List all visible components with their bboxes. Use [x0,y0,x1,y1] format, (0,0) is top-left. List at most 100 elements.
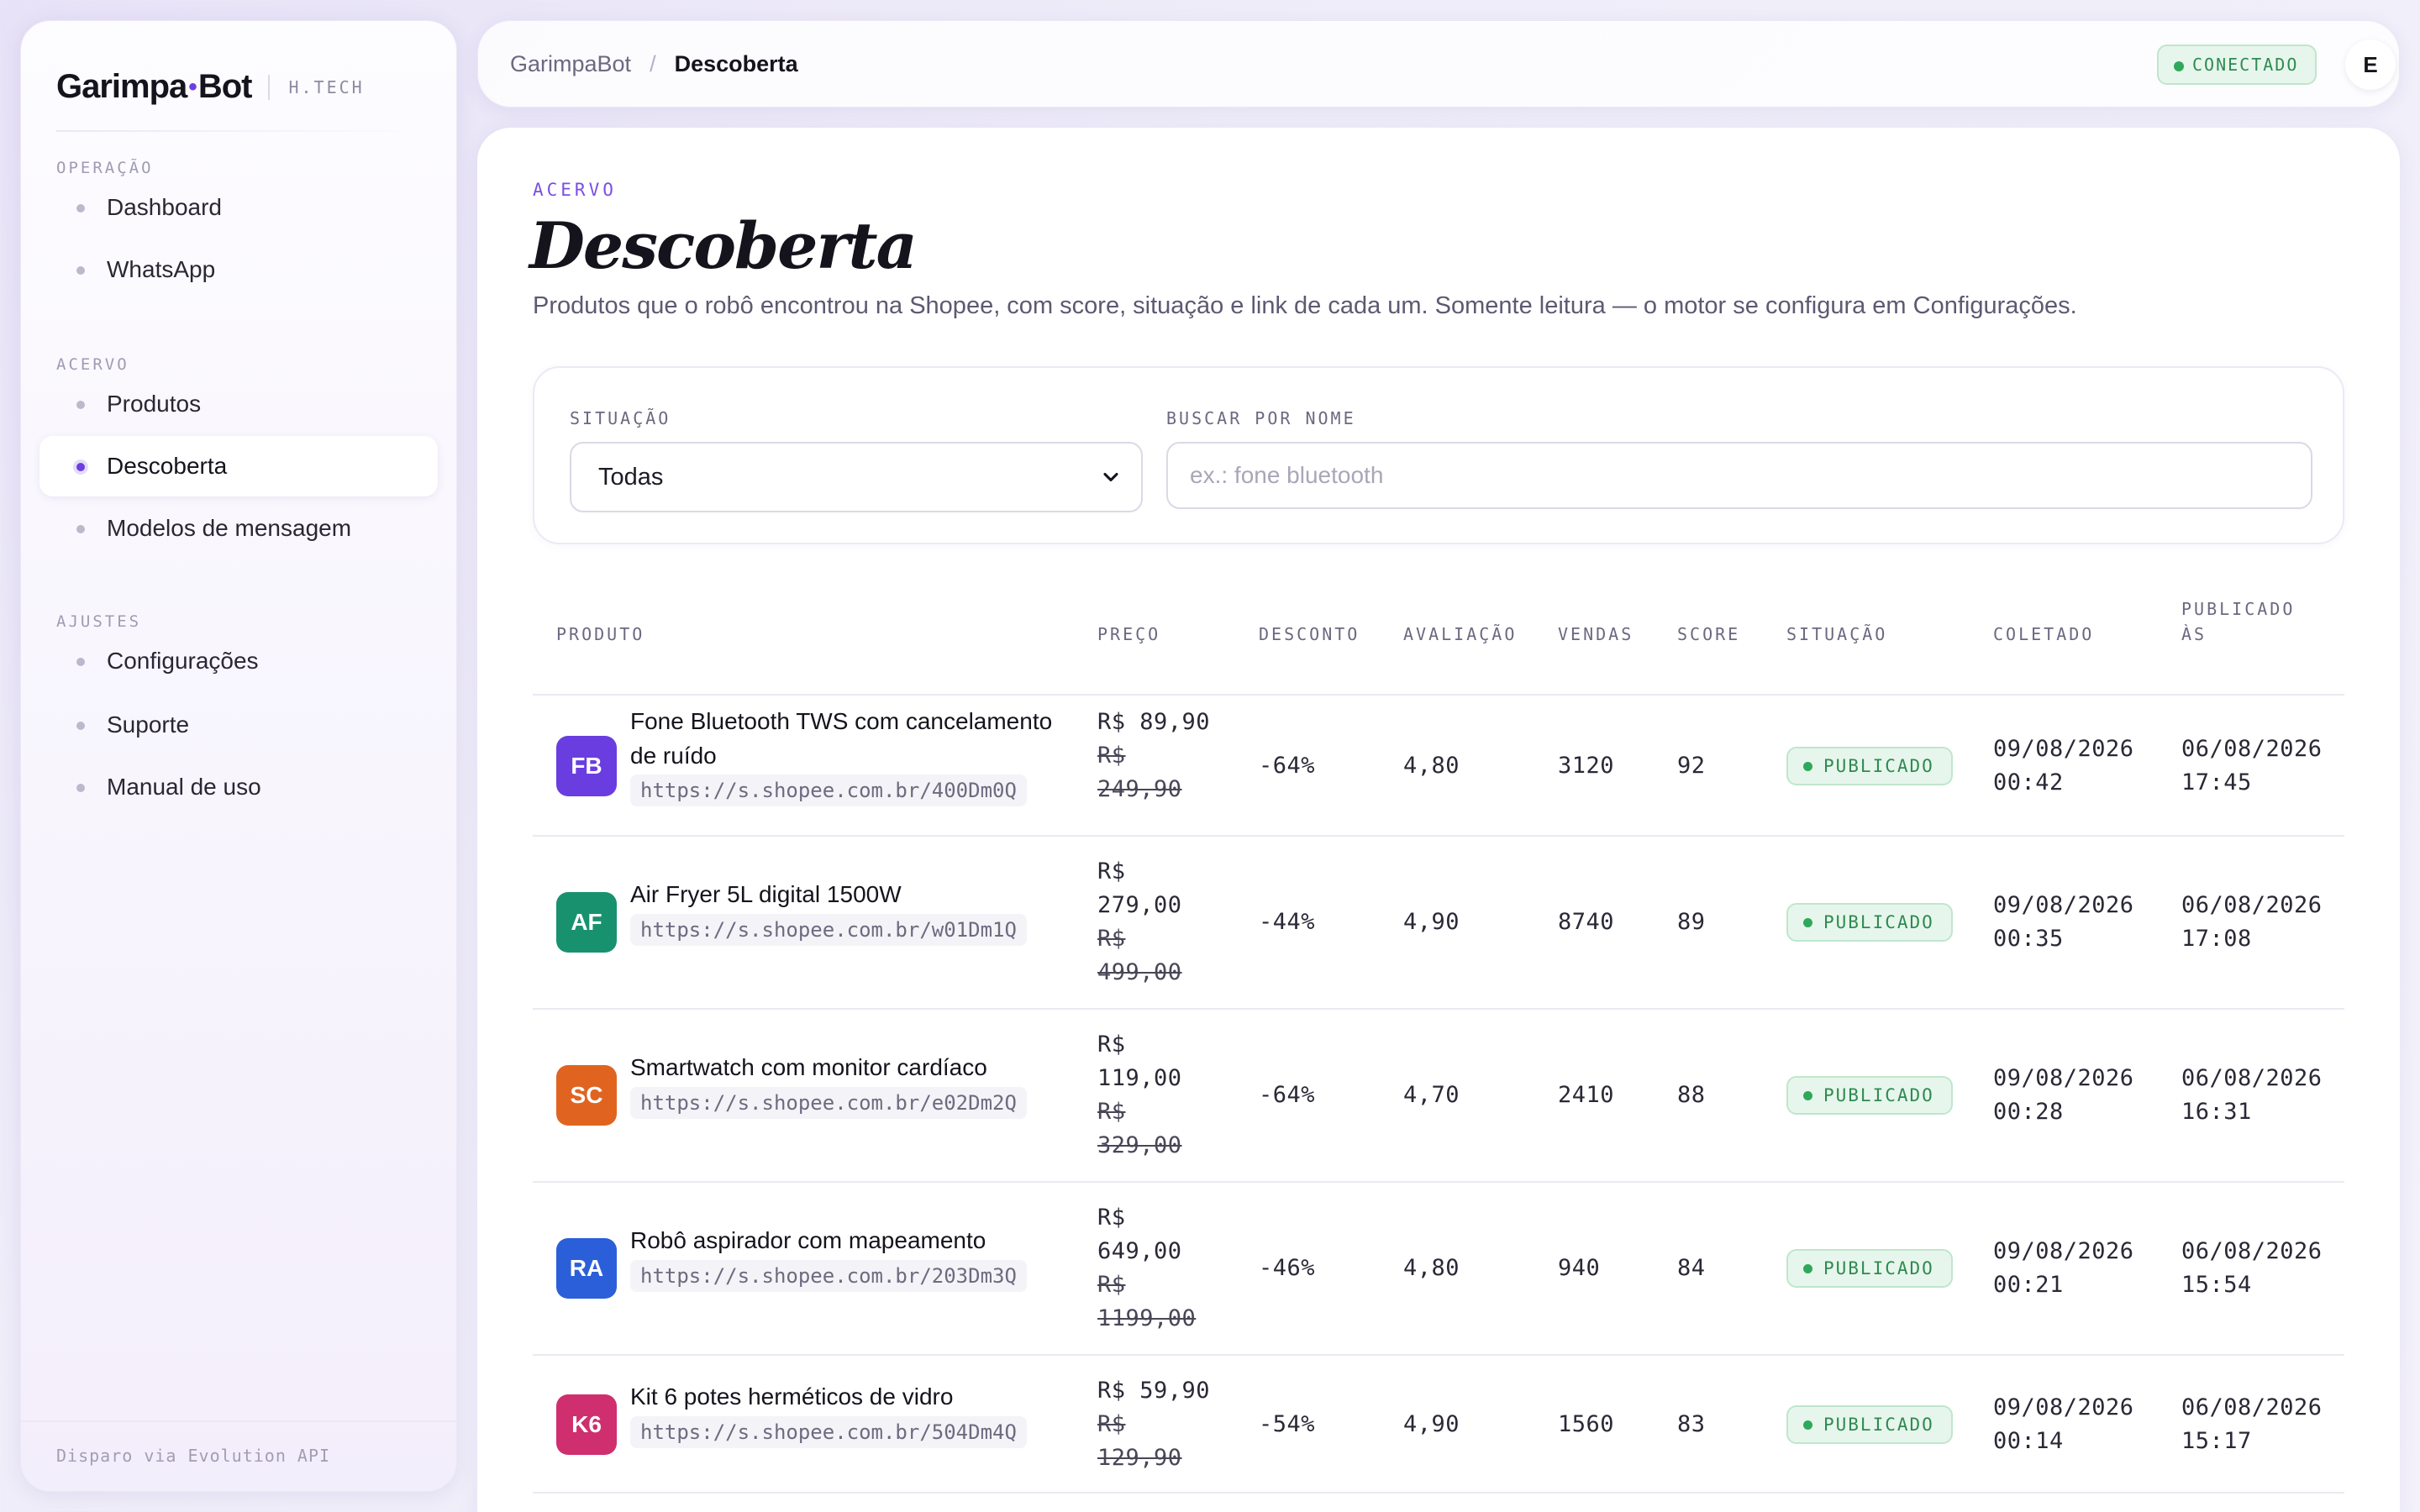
product-link[interactable]: https://s.shopee.com.br/203Dm3Q [630,1260,1027,1292]
collected-cell: 09/08/2026 00:21 [1993,1235,2134,1302]
search-input[interactable] [1166,442,2312,509]
bullet-icon [76,525,85,533]
active-bullet-icon [76,463,85,471]
breadcrumb-root[interactable]: GarimpaBot [510,51,631,77]
price-original: 499,00 [1097,959,1182,985]
rating-cell: 4,90 [1403,909,1460,935]
sidebar-item-dashboard[interactable]: Dashboard [39,177,438,238]
sales-cell: 940 [1558,1255,1601,1281]
price-current: R$ [1097,1205,1126,1231]
price-original: 129,90 [1097,1445,1182,1471]
price-current: 279,00 [1097,892,1182,918]
sidebar: Garimpa•Bot H.TECH OPERAÇÃO Dashboard Wh… [20,20,457,1492]
sidebar-footer: Disparo via Evolution API [56,1446,331,1466]
nav-section-ajustes: AJUSTES [56,612,142,631]
published-time: 17:45 [2181,769,2252,795]
product-link[interactable]: https://s.shopee.com.br/w01Dm1Q [630,914,1027,946]
product-link[interactable]: https://s.shopee.com.br/400Dm0Q [630,774,1027,806]
collected-date: 09/08/2026 [1993,1238,2134,1264]
collected-time: 00:21 [1993,1272,2064,1298]
published-time: 15:54 [2181,1272,2252,1298]
status-badge: PUBLICADO [1786,1405,1953,1444]
sidebar-item-configuracoes[interactable]: Configurações [39,631,438,691]
score-cell: 84 [1677,1255,1706,1281]
product-name[interactable]: Smartwatch com monitor cardíaco [630,1050,1067,1084]
brand-tag: H.TECH [288,76,365,97]
published-cell: 06/08/2026 16:31 [2181,1062,2323,1129]
collected-date: 09/08/2026 [1993,892,2134,918]
product-thumbnail: FB [556,736,617,796]
product-name[interactable]: Air Fryer 5L digital 1500W [630,877,1067,911]
sidebar-item-label: Descoberta [107,453,228,479]
sidebar-footer-divider [21,1420,456,1422]
published-time: 17:08 [2181,926,2252,952]
score-cell: 89 [1677,909,1706,935]
user-avatar[interactable]: E [2345,39,2396,90]
status-filter-select[interactable]: Todas [570,442,1143,512]
price-cell: R$ 649,00 R$ 1199,00 [1097,1201,1232,1336]
product-name-line: de ruído [630,743,717,769]
table-row[interactable]: FB Fone Bluetooth TWS com cancelamento de… [533,696,2344,837]
collected-date: 09/08/2026 [1993,736,2134,762]
published-date: 06/08/2026 [2181,736,2323,762]
table-row[interactable]: RA Robô aspirador com mapeamento https:/… [533,1183,2344,1356]
col-header-score: SCORE [1677,624,1741,644]
product-name[interactable]: Robô aspirador com mapeamento [630,1223,1067,1257]
price-current: R$ [1097,1032,1126,1058]
price-cell: R$ 279,00 R$ 499,00 [1097,855,1232,990]
sidebar-item-label: WhatsApp [107,256,216,282]
product-name[interactable]: Fone Bluetooth TWS com cancelamento de ru… [630,704,1067,773]
sidebar-item-modelos-de-mensagem[interactable]: Modelos de mensagem [39,498,438,559]
sidebar-item-suporte[interactable]: Suporte [39,695,438,755]
score-cell: 83 [1677,1411,1706,1437]
table-row[interactable]: R$ [533,1494,2344,1512]
published-date: 06/08/2026 [2181,1394,2323,1420]
breadcrumb: GarimpaBot / Descoberta [510,51,798,77]
col-header-desconto: DESCONTO [1259,624,1360,644]
bullet-icon [76,401,85,409]
brand[interactable]: Garimpa•Bot H.TECH [56,68,365,106]
price-current: R$ 59,90 [1097,1378,1211,1404]
rating-cell: 4,80 [1403,753,1460,779]
published-cell: 06/08/2026 17:08 [2181,889,2323,956]
product-thumbnail: K6 [556,1394,617,1455]
col-header-preco: PREÇO [1097,624,1161,644]
chevron-down-icon [1103,472,1118,482]
discount-cell: -44% [1259,909,1316,935]
published-time: 16:31 [2181,1099,2252,1125]
connection-status-badge: CONECTADO [2157,45,2317,85]
collected-date: 09/08/2026 [1993,1394,2134,1420]
price-original: R$ [1097,743,1126,769]
product-link[interactable]: https://s.shopee.com.br/e02Dm2Q [630,1087,1027,1119]
price-original: R$ [1097,1411,1126,1437]
brand-logo: Garimpa•Bot [56,68,252,105]
sidebar-item-produtos[interactable]: Produtos [39,374,438,434]
main-content: ACERVO Descoberta Produtos que o robô en… [477,128,2400,1512]
brand-divider [268,74,271,100]
nav-section-operacao: OPERAÇÃO [56,159,154,177]
table-row[interactable]: K6 Kit 6 potes herméticos de vidro https… [533,1356,2344,1494]
price-current: R$ 89,90 [1097,709,1211,735]
price-original: R$ [1097,1272,1126,1298]
published-cell: 06/08/2026 15:17 [2181,1391,2323,1458]
product-name-line: Fone Bluetooth TWS com cancelamento [630,708,1053,734]
table-row[interactable]: SC Smartwatch com monitor cardíaco https… [533,1010,2344,1183]
price-cell: R$ 59,90 R$ 129,90 [1097,1374,1232,1475]
collected-date: 09/08/2026 [1993,1065,2134,1091]
sidebar-item-descoberta[interactable]: Descoberta [39,436,438,496]
sidebar-item-manual-de-uso[interactable]: Manual de uso [39,757,438,817]
price-current: 649,00 [1097,1238,1182,1264]
discount-cell: -64% [1259,1082,1316,1108]
sidebar-item-label: Configurações [107,648,259,674]
score-cell: 88 [1677,1082,1706,1108]
col-header-avaliacao: AVALIAÇÃO [1403,624,1518,644]
collected-time: 00:35 [1993,926,2064,952]
product-name[interactable]: Kit 6 potes herméticos de vidro [630,1379,1067,1414]
score-cell: 92 [1677,753,1706,779]
col-header-coletado: COLETADO [1993,624,2095,644]
product-link[interactable]: https://s.shopee.com.br/504Dm4Q [630,1416,1027,1448]
sidebar-item-whatsapp[interactable]: WhatsApp [39,239,438,300]
collected-cell: 09/08/2026 00:28 [1993,1062,2134,1129]
published-time: 15:17 [2181,1428,2252,1454]
table-row[interactable]: AF Air Fryer 5L digital 1500W https://s.… [533,837,2344,1010]
